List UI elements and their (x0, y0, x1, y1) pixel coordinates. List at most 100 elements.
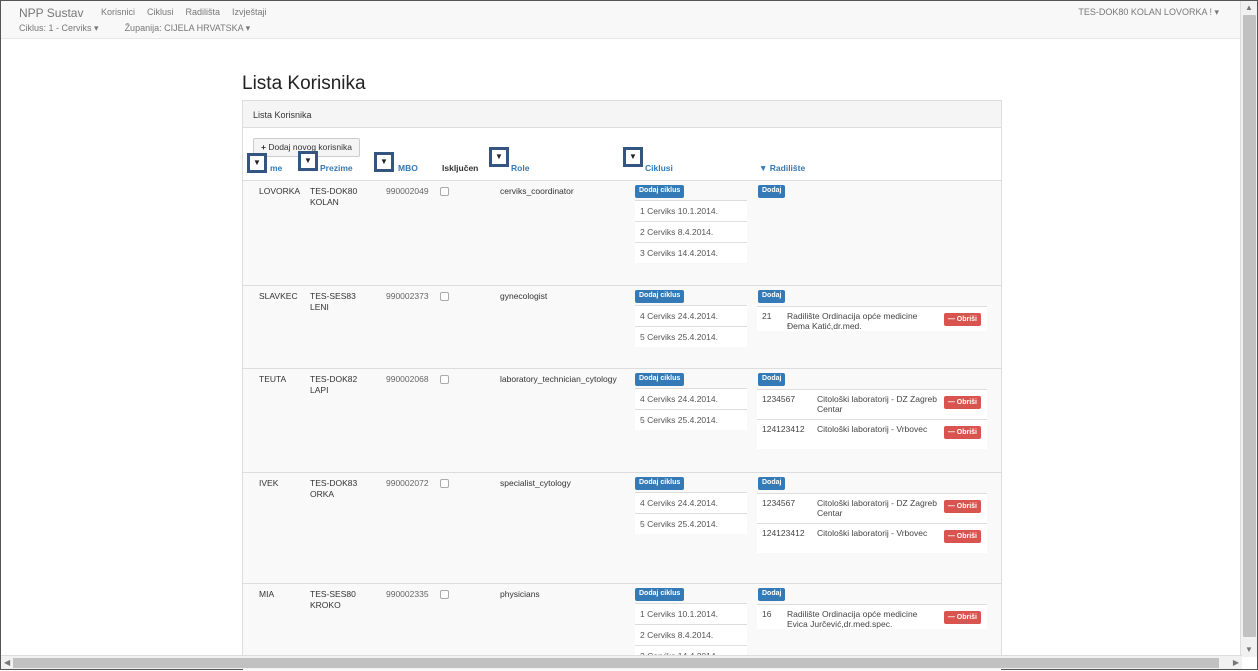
excluded-checkbox[interactable] (440, 375, 449, 384)
county-label: Županija: CIJELA HRVATSKA (124, 23, 244, 33)
minus-icon: — (947, 316, 957, 323)
delete-label: Obriši (956, 399, 977, 406)
add-cycle-button[interactable]: Dodaj ciklus (635, 290, 685, 303)
cycle-list: 4 Cerviks 24.4.2014. 5 Cerviks 25.4.2014. (635, 305, 747, 347)
header-role[interactable]: Role (511, 163, 529, 173)
user-name: TES-DOK80 KOLAN LOVORKA ! (1078, 7, 1212, 17)
ime-filter-icon[interactable]: ▼ (247, 153, 267, 173)
add-site-button[interactable]: Dodaj (758, 290, 786, 303)
vertical-scroll-thumb[interactable] (1243, 15, 1256, 637)
site-list: 16 Radilište Ordinacija opće medicine Evi… (757, 604, 987, 629)
add-site-button[interactable]: Dodaj (758, 477, 786, 490)
vertical-scrollbar[interactable]: ▲ ▼ (1240, 1, 1257, 657)
cycle-label: Ciklus: 1 - Cerviks (19, 23, 92, 33)
user-ime: LOVORKA (259, 186, 301, 196)
excluded-checkbox[interactable] (440, 187, 449, 196)
minus-icon: — (947, 399, 957, 406)
site-name: Radilište Ordinacija opće medicine Evica… (787, 609, 918, 629)
user-mbo: 990002072 (386, 478, 429, 488)
plus-icon: + (261, 142, 266, 152)
scroll-up-icon[interactable]: ▲ (1245, 3, 1253, 13)
brand[interactable]: NPP Sustav (19, 6, 83, 20)
site-item: 21 Radilište Ordinacija opće medicine Đem… (757, 306, 987, 331)
cycle-dropdown[interactable]: Ciklus: 1 - Cerviks ▾ (19, 23, 99, 34)
main-nav: Korisnici Ciklusi Radilišta Izvještaji (101, 7, 267, 17)
horizontal-scrollbar[interactable]: ◀ ▶ (1, 655, 1242, 669)
site-list: 1234567 Citološki laboratorij - DZ Zagreb… (757, 493, 987, 553)
site-list: 21 Radilište Ordinacija opće medicine Đem… (757, 306, 987, 331)
horizontal-scroll-thumb[interactable] (13, 658, 1219, 668)
minus-icon: — (947, 503, 957, 510)
header-ciklusi[interactable]: Ciklusi (645, 163, 673, 173)
scroll-right-icon[interactable]: ▶ (1233, 658, 1239, 668)
nav-radilista[interactable]: Radilišta (186, 7, 221, 17)
site-number: 16 (762, 609, 772, 619)
page-title: Lista Korisnika (242, 73, 366, 94)
cycle-item: 5 Cerviks 25.4.2014. (635, 326, 747, 347)
site-item: 1234567 Citološki laboratorij - DZ Zagreb… (757, 389, 987, 419)
add-cycle-button[interactable]: Dodaj ciklus (635, 373, 685, 386)
header-radiliste[interactable]: ▼ Radilište (759, 163, 805, 173)
delete-site-button[interactable]: — Obriši (943, 611, 981, 624)
header-ime[interactable]: me (270, 163, 282, 173)
cycle-item: 2 Cerviks 8.4.2014. (635, 221, 747, 242)
excluded-checkbox[interactable] (440, 479, 449, 488)
site-item: 16 Radilište Ordinacija opće medicine Evi… (757, 604, 987, 629)
delete-site-button[interactable]: — Obriši (943, 426, 981, 439)
site-number: 124123412 (762, 424, 805, 434)
role-filter-icon[interactable]: ▼ (489, 147, 509, 167)
county-dropdown[interactable]: Županija: CIJELA HRVATSKA ▾ (125, 23, 251, 34)
sub-nav: Ciklus: 1 - Cerviks ▾ Županija: CIJELA H… (19, 23, 250, 34)
user-mbo: 990002373 (386, 291, 429, 301)
add-site-button[interactable]: Dodaj (758, 185, 786, 198)
nav-izvjestaji[interactable]: Izvještaji (232, 7, 267, 17)
header-mbo[interactable]: MBO (398, 163, 418, 173)
user-mbo: 990002335 (386, 589, 429, 599)
cycle-item: 2 Cerviks 8.4.2014. (635, 624, 747, 645)
user-menu[interactable]: TES-DOK80 KOLAN LOVORKA ! ▾ (1078, 7, 1219, 18)
prezime-filter-icon[interactable]: ▼ (298, 151, 318, 171)
user-role: cerviks_coordinator (500, 186, 574, 196)
user-ime: IVEK (259, 478, 279, 488)
user-role: gynecologist (500, 291, 548, 301)
cycle-item: 1 Cerviks 10.1.2014. (635, 603, 747, 624)
cycle-item: 3 Cerviks 14.4.2014. (635, 242, 747, 263)
delete-site-button[interactable]: — Obriši (943, 530, 981, 543)
add-site-button[interactable]: Dodaj (758, 588, 786, 601)
nav-ciklusi[interactable]: Ciklusi (147, 7, 174, 17)
scroll-down-icon[interactable]: ▼ (1245, 645, 1253, 655)
add-cycle-button[interactable]: Dodaj ciklus (635, 588, 685, 601)
user-role: specialist_cytology (500, 478, 571, 488)
site-item: 1234567 Citološki laboratorij - DZ Zagreb… (757, 493, 987, 523)
caret-down-icon: ▾ (94, 23, 99, 33)
site-name: Citološki laboratorij - DZ Zagreb Centar (817, 498, 937, 518)
header-iskljucen: Isključen (442, 163, 479, 173)
nav-korisnici[interactable]: Korisnici (101, 7, 135, 17)
cycle-item: 5 Cerviks 25.4.2014. (635, 409, 747, 430)
scroll-left-icon[interactable]: ◀ (4, 658, 10, 668)
excluded-checkbox[interactable] (440, 590, 449, 599)
user-ime: MIA (259, 589, 275, 599)
site-item: 124123412 Citološki laboratorij - Vrbovec… (757, 419, 987, 449)
header-radiliste-label: Radilište (769, 163, 806, 173)
ciklusi-filter-icon[interactable]: ▼ (623, 147, 643, 167)
user-role: physicians (500, 589, 540, 599)
site-number: 1234567 (762, 498, 796, 508)
add-cycle-button[interactable]: Dodaj ciklus (635, 185, 685, 198)
delete-site-button[interactable]: — Obriši (943, 313, 981, 326)
mbo-filter-icon[interactable]: ▼ (374, 152, 394, 172)
add-site-button[interactable]: Dodaj (758, 373, 786, 386)
add-cycle-button[interactable]: Dodaj ciklus (635, 477, 685, 490)
user-prezime: TES-SES83 LENI (310, 291, 356, 312)
user-ime: SLAVKEC (259, 291, 298, 301)
delete-site-button[interactable]: — Obriši (943, 500, 981, 513)
cycle-item: 5 Cerviks 25.4.2014. (635, 513, 747, 534)
header-prezime[interactable]: Prezime (320, 163, 353, 173)
excluded-checkbox[interactable] (440, 292, 449, 301)
delete-site-button[interactable]: — Obriši (943, 396, 981, 409)
cycle-item: 4 Cerviks 24.4.2014. (635, 305, 747, 326)
caret-down-icon: ▾ (1214, 7, 1219, 17)
caret-down-icon: ▾ (245, 23, 251, 33)
cycle-list: 4 Cerviks 24.4.2014. 5 Cerviks 25.4.2014. (635, 388, 747, 430)
cycle-item: 1 Cerviks 10.1.2014. (635, 200, 747, 221)
